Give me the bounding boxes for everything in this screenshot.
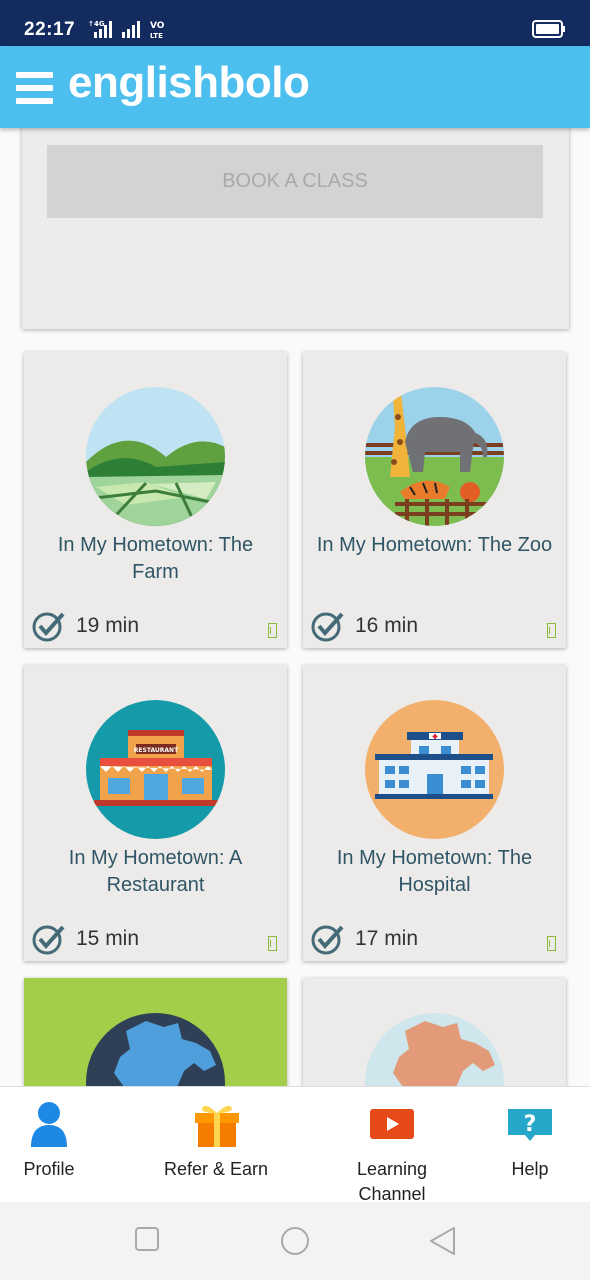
system-nav-bar <box>0 1202 590 1280</box>
lesson-meta: 15 min <box>32 923 139 955</box>
india-map-thumbnail <box>365 1013 504 1086</box>
nav-label: Learning Channel <box>356 1159 428 1204</box>
nav-help[interactable]: ? Help <box>500 1087 560 1203</box>
checkmark-icon <box>311 925 344 955</box>
nav-label: Profile <box>23 1159 75 1179</box>
hamburger-menu-icon[interactable] <box>16 72 53 104</box>
lesson-title: In My Hometown: A Restaurant <box>68 847 243 896</box>
farm-thumbnail <box>86 387 225 526</box>
restaurant-sign: RESTAURANT <box>134 747 179 754</box>
youtube-play-icon <box>370 1109 414 1139</box>
battery-icon <box>532 20 565 38</box>
bookmark-icon[interactable] <box>268 936 277 951</box>
nav-refer-earn[interactable]: Refer & Earn <box>150 1087 282 1203</box>
svg-text:VO: VO <box>150 21 165 31</box>
app-header: englishbolo <box>0 46 590 128</box>
lesson-duration: 16 min <box>355 614 419 637</box>
svg-text:LTE: LTE <box>150 32 163 40</box>
gift-icon <box>195 1105 239 1147</box>
status-bar: 22:17 ↑↓ 4G VO LTE <box>0 0 590 46</box>
checkmark-icon <box>311 612 344 642</box>
lesson-card-farm[interactable]: In My Hometown: The Farm 19 min <box>24 352 287 648</box>
lesson-title: In My Hometown: The Zoo <box>316 534 553 556</box>
nav-label: Help <box>511 1159 549 1179</box>
home-icon[interactable] <box>280 1226 310 1256</box>
status-time: 22:17 <box>24 19 76 40</box>
nav-profile[interactable]: Profile <box>0 1087 98 1203</box>
zoo-thumbnail <box>365 387 504 526</box>
svg-text:?: ? <box>524 1112 537 1137</box>
bookmark-icon[interactable] <box>547 623 556 638</box>
checkmark-icon <box>32 925 65 955</box>
lesson-meta: 19 min <box>32 610 139 642</box>
bottom-nav: Profile Refer & Earn Learning Channel ? … <box>0 1086 590 1204</box>
back-icon[interactable] <box>428 1226 456 1256</box>
nav-learning-channel[interactable]: Learning Channel <box>338 1087 446 1204</box>
lesson-duration: 15 min <box>76 927 140 950</box>
nav-label: Refer & Earn <box>163 1159 269 1179</box>
lesson-meta: 16 min <box>311 610 418 642</box>
lesson-feed[interactable]: BOOK A CLASS In My Hometown: The Farm 19… <box>0 128 590 1086</box>
profile-icon <box>31 1102 67 1147</box>
network-label: 4G <box>94 20 105 28</box>
lesson-title: In My Hometown: The Farm <box>57 534 254 583</box>
lesson-card-india-light[interactable] <box>303 978 566 1086</box>
lesson-duration: 17 min <box>355 927 419 950</box>
recent-apps-icon[interactable] <box>134 1226 160 1252</box>
lesson-card-restaurant[interactable]: RESTAURANT In My Hometown: A Restaurant … <box>24 665 287 961</box>
help-chat-icon: ? <box>508 1109 552 1141</box>
restaurant-thumbnail: RESTAURANT <box>86 700 225 839</box>
lesson-duration: 19 min <box>76 614 140 637</box>
india-map-thumbnail <box>86 1013 225 1086</box>
lesson-title: In My Hometown: The Hospital <box>336 847 533 896</box>
app-logo: englishbolo <box>68 58 310 107</box>
book-class-button[interactable]: BOOK A CLASS <box>47 145 543 218</box>
bookmark-icon[interactable] <box>268 623 277 638</box>
lesson-card-india-dark[interactable] <box>24 978 287 1086</box>
lesson-meta: 17 min <box>311 923 418 955</box>
lesson-card-hospital[interactable]: In My Hometown: The Hospital 17 min <box>303 665 566 961</box>
lesson-card-zoo[interactable]: In My Hometown: The Zoo 16 min <box>303 352 566 648</box>
bookmark-icon[interactable] <box>547 936 556 951</box>
book-class-panel: BOOK A CLASS <box>22 128 569 329</box>
hospital-thumbnail <box>365 700 504 839</box>
signal-icon: ↑↓ 4G VO LTE <box>88 20 165 40</box>
checkmark-icon <box>32 612 65 642</box>
